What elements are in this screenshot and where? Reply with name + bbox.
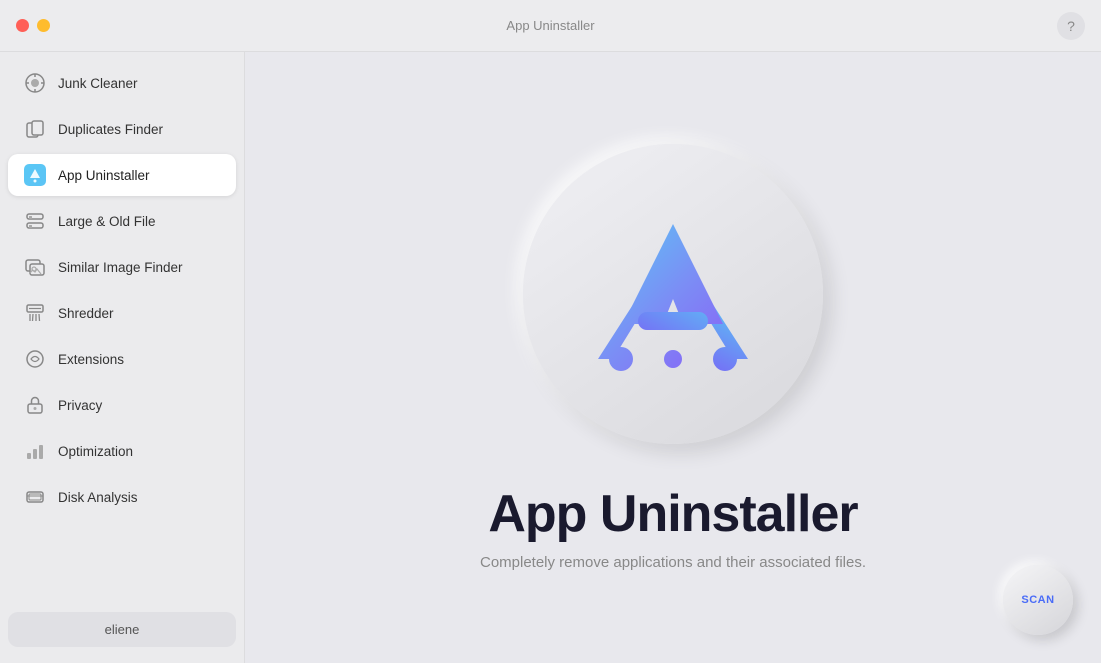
sidebar-spacer <box>0 520 244 604</box>
content-subtitle: Completely remove applications and their… <box>480 554 866 571</box>
app-uninstaller-label: App Uninstaller <box>58 168 150 183</box>
sidebar-item-duplicates-finder[interactable]: Duplicates Finder <box>8 108 236 150</box>
optimization-label: Optimization <box>58 444 133 459</box>
privacy-icon <box>24 394 46 416</box>
disk-analysis-icon <box>24 486 46 508</box>
duplicates-finder-label: Duplicates Finder <box>58 122 163 137</box>
sidebar-item-extensions[interactable]: Extensions <box>8 338 236 380</box>
sidebar-item-optimization[interactable]: Optimization <box>8 430 236 472</box>
junk-cleaner-label: Junk Cleaner <box>58 76 138 91</box>
duplicates-finder-icon <box>24 118 46 140</box>
window-title: App Uninstaller <box>506 18 594 33</box>
sidebar-item-privacy[interactable]: Privacy <box>8 384 236 426</box>
sidebar-item-junk-cleaner[interactable]: Junk Cleaner <box>8 62 236 104</box>
sidebar: Junk Cleaner Duplicates Finder <box>0 52 245 663</box>
shredder-label: Shredder <box>58 306 114 321</box>
optimization-icon <box>24 440 46 462</box>
shredder-icon <box>24 302 46 324</box>
title-bar: App Uninstaller ? <box>0 0 1101 52</box>
user-profile[interactable]: eliene <box>8 612 236 647</box>
main-layout: Junk Cleaner Duplicates Finder <box>0 52 1101 663</box>
extensions-label: Extensions <box>58 352 124 367</box>
traffic-lights <box>16 19 50 32</box>
large-old-file-label: Large & Old File <box>58 214 156 229</box>
similar-image-finder-label: Similar Image Finder <box>58 260 183 275</box>
minimize-button[interactable] <box>37 19 50 32</box>
scan-button[interactable]: SCAN <box>1003 565 1073 635</box>
app-uninstaller-icon <box>24 164 46 186</box>
sidebar-item-disk-analysis[interactable]: Disk Analysis <box>8 476 236 518</box>
junk-cleaner-icon <box>24 72 46 94</box>
app-uninstaller-logo <box>583 204 763 384</box>
similar-image-finder-icon <box>24 256 46 278</box>
large-old-file-icon <box>24 210 46 232</box>
sidebar-item-large-old-file[interactable]: Large & Old File <box>8 200 236 242</box>
help-button[interactable]: ? <box>1057 12 1085 40</box>
sidebar-item-app-uninstaller[interactable]: App Uninstaller <box>8 154 236 196</box>
sidebar-item-shredder[interactable]: Shredder <box>8 292 236 334</box>
sidebar-item-similar-image-finder[interactable]: Similar Image Finder <box>8 246 236 288</box>
app-icon-circle <box>523 144 823 444</box>
close-button[interactable] <box>16 19 29 32</box>
content-title: App Uninstaller <box>488 484 857 544</box>
main-content: App Uninstaller Completely remove applic… <box>245 52 1101 663</box>
privacy-label: Privacy <box>58 398 102 413</box>
extensions-icon <box>24 348 46 370</box>
disk-analysis-label: Disk Analysis <box>58 490 138 505</box>
